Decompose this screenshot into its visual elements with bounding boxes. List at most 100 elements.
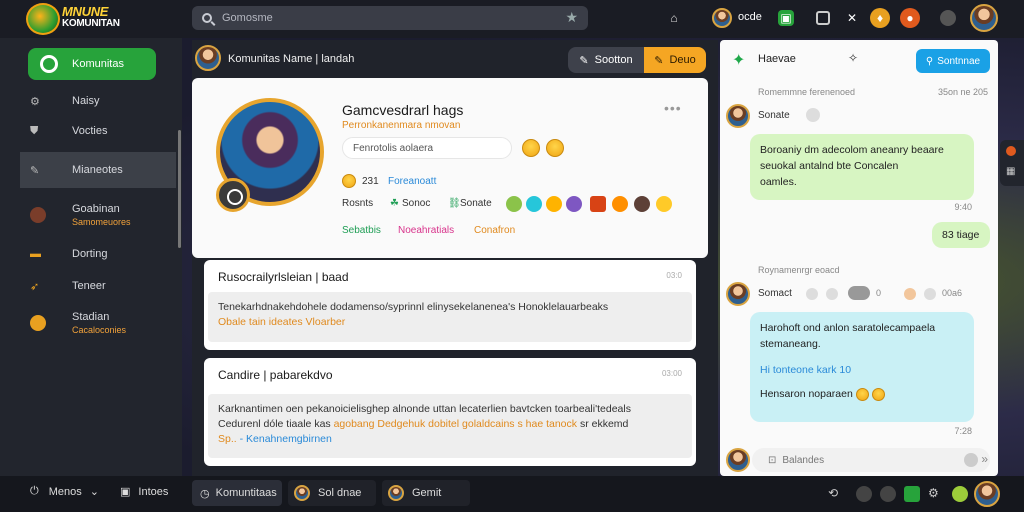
sidebar-item-dorting[interactable]: ▬ Dorting [0, 245, 178, 263]
badge-icon[interactable] [566, 196, 582, 212]
emoji-picker-icon[interactable] [964, 453, 978, 467]
right-edge-tab[interactable]: ▦ [1000, 140, 1024, 186]
more-options-icon[interactable]: ••• [664, 100, 682, 116]
post-text: sr ekkemd [579, 418, 629, 430]
chat-bubble-icon[interactable] [940, 10, 956, 26]
chat-message[interactable]: Boroaniy dm adecolom aneanry beaare seuo… [750, 134, 974, 200]
bottom-item-komunitas[interactable]: ◷ Komuntitaas [192, 480, 282, 506]
settings-icon[interactable] [856, 486, 872, 502]
post-link[interactable]: Sp.. [218, 433, 237, 445]
chat-message[interactable]: Harohoft ond anlon saratolecampaela stem… [750, 312, 974, 422]
badge-icon[interactable] [656, 196, 672, 212]
toggle-icon[interactable] [848, 286, 870, 300]
badge-icon[interactable] [612, 196, 628, 212]
tool-button-label: Sootton [594, 54, 633, 66]
status-input[interactable]: Fenrotolis aolaera [342, 137, 512, 159]
badge-icon[interactable] [590, 196, 606, 212]
post-title: Candire | pabarekdvo [218, 368, 333, 382]
post-link[interactable]: - Kenahnemgbirnen [240, 433, 332, 445]
post-highlight[interactable]: agobang Dedgehuk dobitel golaldcains s h… [334, 418, 577, 430]
sidebar-item-vocties[interactable]: ⛊ Vocties [0, 122, 178, 140]
tool-button[interactable]: ✎ Sootton [568, 47, 644, 73]
sidebar-item-komunitas[interactable]: Komunitas [28, 48, 156, 80]
sidebar-item-goabinan[interactable]: Goabinan Samomeuores [0, 200, 178, 230]
community-avatar[interactable] [195, 45, 221, 71]
reaction-icon[interactable] [826, 288, 838, 300]
notifications-icon[interactable]: ● [900, 8, 920, 28]
pencil-icon: ✎ [30, 164, 40, 177]
sidebar-item-mianeotes[interactable]: ✎ Mianeotes [20, 152, 176, 188]
chat-username[interactable]: Somact [758, 288, 792, 299]
sidebar-item-label: Dorting [72, 248, 108, 260]
chat-message-text: stemaneang. [760, 338, 821, 350]
coin-icon [342, 174, 356, 188]
chat-input-placeholder: Balandes [782, 454, 825, 466]
window-icon[interactable] [816, 11, 830, 25]
reaction-icon[interactable] [806, 288, 818, 300]
profile-avatar[interactable] [974, 481, 1000, 507]
chat-input[interactable]: ⊡ Balandes [752, 448, 990, 472]
search-bar[interactable]: Gomosme ★ [192, 6, 588, 30]
chat-message[interactable]: 83 tiage [932, 222, 990, 248]
profile-card: Gamcvesdrarl hags Perronkanenmara nmovan… [192, 78, 708, 258]
user-avatar[interactable] [712, 8, 732, 28]
post-card[interactable]: Rusocrailyrlsleian | baad 03:0 Tenekarhd… [204, 260, 696, 350]
camera-icon[interactable] [216, 178, 250, 212]
info-icon[interactable] [880, 486, 896, 502]
sparkle-icon[interactable]: ✧ [848, 51, 858, 65]
stat-label[interactable]: Foreanoatt [388, 176, 436, 187]
bottom-item-sol-dnae[interactable]: Sol dnae [288, 480, 376, 506]
profile-tag[interactable]: Conafron [474, 225, 515, 236]
badge-icon[interactable] [634, 196, 650, 212]
search-input[interactable]: Gomosme [222, 12, 273, 24]
logo-icon[interactable] [26, 3, 60, 35]
chat-panel: ✦ Haevae ✧ ⚲ Sontnnae Romemmne ferenenoed… [720, 40, 998, 476]
leaf-icon: ☘ [390, 198, 399, 209]
bottom-item-label: Sol dnae [318, 487, 362, 499]
chat-message-link[interactable]: Hi tonteone kark 10 [760, 362, 964, 378]
reaction-icon[interactable] [924, 288, 936, 300]
emoji-icon[interactable] [546, 139, 564, 157]
chat-avatar[interactable] [726, 282, 750, 306]
profile-avatar[interactable] [970, 4, 998, 32]
emoji-icon[interactable] [522, 139, 540, 157]
emoji-icon [855, 387, 869, 401]
bell-icon[interactable]: ♦ [870, 8, 890, 28]
chat-avatar[interactable] [726, 104, 750, 128]
star-icon[interactable]: ★ [565, 9, 578, 26]
new-chat-button[interactable]: ⚲ Sontnnae [916, 49, 990, 73]
refresh-icon[interactable]: ⟲ [828, 486, 844, 502]
sidebar-item-stadian[interactable]: Stadian Cacaloconies [0, 308, 178, 338]
sidebar-scrollbar[interactable] [178, 130, 181, 248]
bottom-item-gemit[interactable]: Gemit [382, 480, 470, 506]
sidebar-item-teneer[interactable]: ➶ Teneer [0, 277, 178, 295]
post-time: 03:00 [661, 369, 682, 378]
gear-icon[interactable]: ⚙ [928, 486, 944, 502]
profile-tag[interactable]: Noeahratials [398, 225, 454, 236]
post-link[interactable]: Obale tain ideates Vloarber [218, 315, 682, 330]
badge-icon[interactable] [526, 196, 542, 212]
home-icon[interactable]: ⌂ [664, 8, 684, 28]
reaction-icon[interactable] [904, 288, 916, 300]
badge-icon[interactable] [546, 196, 562, 212]
leaf-icon[interactable] [952, 486, 968, 502]
action-button[interactable]: ✎ Deuo [644, 47, 706, 73]
chat-message-text: Harohoft ond anlon saratolecampaela [760, 322, 936, 334]
send-icon[interactable]: » [981, 452, 988, 466]
attach-icon[interactable]: ⊡ [768, 455, 776, 466]
bottom-item-intoes[interactable]: ▣ Intoes [120, 485, 168, 499]
post-card[interactable]: Candire | pabarekdvo 03:00 Karknantimen … [204, 358, 696, 466]
chat-username[interactable]: Sonate [758, 110, 790, 121]
profile-tag[interactable]: Sebatbis [342, 225, 381, 236]
reaction-icon[interactable] [806, 108, 820, 122]
fire-icon [1006, 146, 1016, 156]
username[interactable]: ocde [738, 11, 762, 23]
apps-icon[interactable] [904, 486, 920, 502]
chat-avatar[interactable] [726, 448, 750, 472]
chat-icon[interactable]: ▣ [778, 10, 794, 26]
close-icon[interactable]: ✕ [842, 8, 862, 28]
chat-message-text: Boroaniy dm adecolom aneanry beaare seuo… [760, 144, 944, 172]
badge-icon[interactable] [506, 196, 522, 212]
bottom-item-menus[interactable]: ⏻ Menos ⌄ [30, 485, 99, 498]
sidebar-item-naisy[interactable]: ⚙ Naisy [0, 92, 178, 110]
